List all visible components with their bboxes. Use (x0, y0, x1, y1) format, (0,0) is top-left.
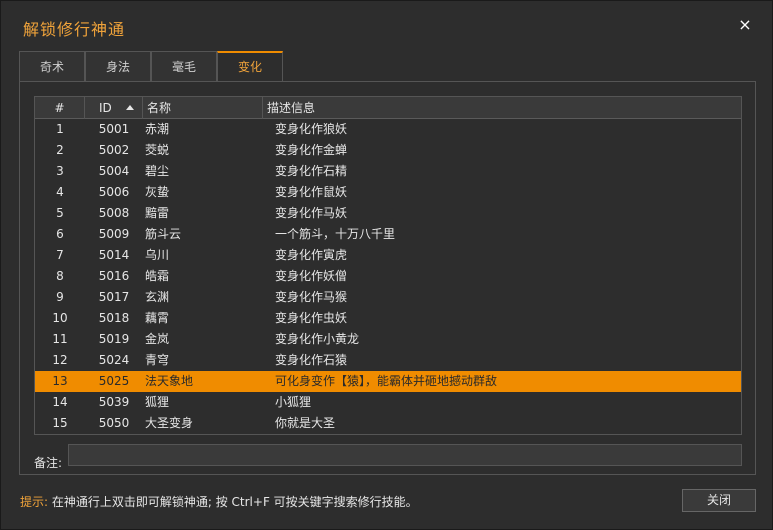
cell-index: 7 (56, 248, 64, 262)
cell-id: 5017 (98, 290, 130, 304)
cell-description: 小狐狸 (275, 395, 312, 409)
tab-haomao[interactable]: 毫毛 (151, 51, 217, 81)
table-row[interactable]: 9 5017 玄渊 变身化作马猴 (35, 287, 741, 308)
column-header-index[interactable]: # (35, 97, 85, 119)
cell-name: 玄渊 (145, 290, 170, 304)
cell-description: 变身化作狼妖 (275, 122, 348, 136)
cell-name: 狐狸 (145, 395, 170, 409)
close-button[interactable]: 关闭 (682, 489, 756, 512)
cell-index: 5 (56, 206, 64, 220)
cell-description: 变身化作金蝉 (275, 143, 348, 157)
column-header-description[interactable]: 描述信息 (263, 97, 741, 119)
cell-index: 12 (52, 353, 68, 367)
cell-name: 藕霄 (145, 311, 170, 325)
tab-shenfa[interactable]: 身法 (85, 51, 151, 81)
table-row[interactable]: 14 5039 狐狸 小狐狸 (35, 392, 741, 413)
cell-name: 茭蜕 (145, 143, 170, 157)
cell-index: 10 (52, 311, 68, 325)
cell-index: 1 (56, 122, 64, 136)
hint-text: 在神通行上双击即可解锁神通; 按 Ctrl+F 可按关键字搜索修行技能。 (48, 495, 418, 509)
cell-name: 皓霜 (145, 269, 170, 283)
hint-label: 提示: (20, 495, 49, 509)
cell-id: 5019 (98, 332, 130, 346)
cell-index: 2 (56, 143, 64, 157)
table-row[interactable]: 5 5008 黯雷 变身化作马妖 (35, 203, 741, 224)
tab-bar: 奇术 身法 毫毛 变化 (19, 51, 283, 82)
cell-name: 金岚 (145, 332, 170, 346)
cell-name: 筋斗云 (145, 227, 182, 241)
skill-table: # ID 名称 描述信息 1 5001 赤潮 变身化作狼妖 2 5002 茭蜕 变身化作金蝉… (34, 96, 742, 435)
cell-id: 5016 (98, 269, 130, 283)
cell-index: 14 (52, 395, 68, 409)
note-label: 备注: (34, 456, 63, 470)
cell-id: 5004 (98, 164, 130, 178)
cell-id: 5009 (98, 227, 130, 241)
column-header-id[interactable]: ID (85, 97, 143, 119)
cell-id: 5001 (98, 122, 130, 136)
column-header-id-label: ID (99, 101, 112, 115)
table-row[interactable]: 10 5018 藕霄 变身化作虫妖 (35, 308, 741, 329)
close-icon[interactable]: × (736, 16, 754, 34)
cell-description: 你就是大圣 (275, 416, 336, 430)
column-header-name[interactable]: 名称 (143, 97, 263, 119)
table-row[interactable]: 15 5050 大圣变身 你就是大圣 (35, 413, 741, 434)
table-body: 1 5001 赤潮 变身化作狼妖 2 5002 茭蜕 变身化作金蝉 3 5004 碧尘 变身化作石… (35, 119, 741, 434)
cell-id: 5039 (98, 395, 130, 409)
cell-name: 碧尘 (145, 164, 170, 178)
cell-description: 可化身变作【猿】，能霸体并砸地撼动群敌 (275, 374, 498, 388)
cell-name: 赤潮 (145, 122, 170, 136)
cell-index: 3 (56, 164, 64, 178)
cell-description: 变身化作马妖 (275, 206, 348, 220)
table-row[interactable]: 6 5009 筋斗云 一个筋斗，十万八千里 (35, 224, 741, 245)
table-row[interactable]: 4 5006 灰蛰 变身化作鼠妖 (35, 182, 741, 203)
cell-description: 变身化作石猿 (275, 353, 348, 367)
table-row[interactable]: 7 5014 乌川 变身化作寅虎 (35, 245, 741, 266)
cell-index: 8 (56, 269, 64, 283)
cell-index: 9 (56, 290, 64, 304)
cell-id: 5024 (98, 353, 130, 367)
table-row[interactable]: 3 5004 碧尘 变身化作石精 (35, 161, 741, 182)
cell-description: 变身化作虫妖 (275, 311, 348, 325)
table-row[interactable]: 11 5019 金岚 变身化作小黄龙 (35, 329, 741, 350)
cell-name: 黯雷 (145, 206, 170, 220)
cell-name: 青穹 (145, 353, 170, 367)
dialog-title: 解锁修行神通 (23, 20, 126, 39)
table-row[interactable]: 1 5001 赤潮 变身化作狼妖 (35, 119, 741, 140)
cell-id: 5025 (98, 374, 130, 388)
cell-id: 5002 (98, 143, 130, 157)
cell-description: 变身化作石精 (275, 164, 348, 178)
tab-qishu[interactable]: 奇术 (19, 51, 85, 81)
cell-id: 5018 (98, 311, 130, 325)
cell-description: 变身化作马猴 (275, 290, 348, 304)
cell-id: 5006 (98, 185, 130, 199)
hint-bar: 提示: 在神通行上双击即可解锁神通; 按 Ctrl+F 可按关键字搜索修行技能。 (20, 493, 418, 510)
tab-panel: # ID 名称 描述信息 1 5001 赤潮 变身化作狼妖 2 5002 茭蜕 变身化作金蝉… (19, 81, 756, 475)
note-input[interactable] (68, 444, 742, 466)
cell-index: 4 (56, 185, 64, 199)
cell-name: 乌川 (145, 248, 170, 262)
cell-name: 大圣变身 (145, 416, 194, 430)
table-row[interactable]: 2 5002 茭蜕 变身化作金蝉 (35, 140, 741, 161)
cell-id: 5050 (98, 416, 130, 430)
dialog-window: 解锁修行神通 × 奇术 身法 毫毛 变化 # ID 名称 描述信息 1 5001 赤… (0, 0, 773, 530)
cell-description: 变身化作寅虎 (275, 248, 348, 262)
cell-description: 一个筋斗，十万八千里 (275, 227, 396, 241)
table-row[interactable]: 8 5016 皓霜 变身化作妖僧 (35, 266, 741, 287)
cell-description: 变身化作小黄龙 (275, 332, 360, 346)
cell-name: 法天象地 (145, 374, 194, 388)
cell-description: 变身化作妖僧 (275, 269, 348, 283)
cell-description: 变身化作鼠妖 (275, 185, 348, 199)
table-row-selected[interactable]: 13 5025 法天象地 可化身变作【猿】，能霸体并砸地撼动群敌 (35, 371, 741, 392)
sort-ascending-icon (126, 105, 134, 110)
tab-bianhua[interactable]: 变化 (217, 51, 283, 82)
cell-index: 13 (52, 374, 68, 388)
cell-index: 6 (56, 227, 64, 241)
table-header: # ID 名称 描述信息 (35, 97, 741, 119)
cell-index: 15 (52, 416, 68, 430)
cell-index: 11 (52, 332, 68, 346)
cell-name: 灰蛰 (145, 185, 170, 199)
table-row[interactable]: 12 5024 青穹 变身化作石猿 (35, 350, 741, 371)
cell-id: 5014 (98, 248, 130, 262)
cell-id: 5008 (98, 206, 130, 220)
